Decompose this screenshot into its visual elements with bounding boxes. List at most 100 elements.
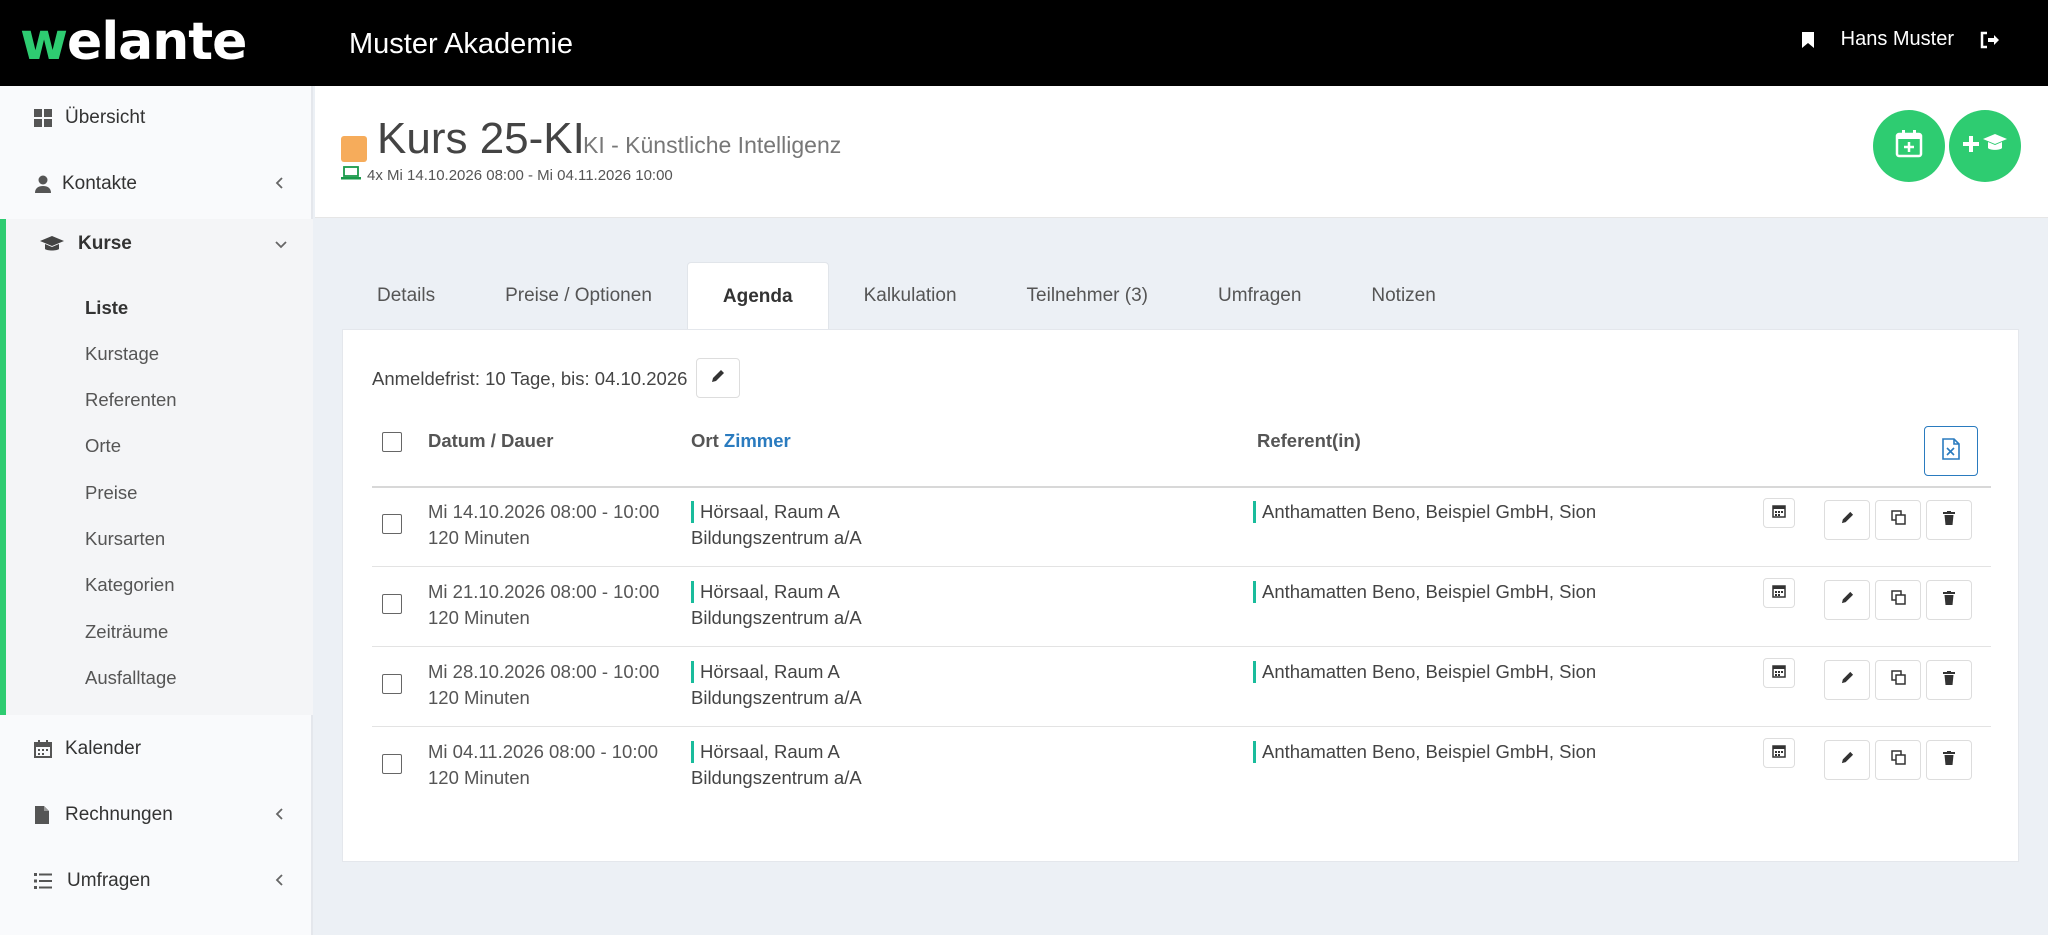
sidebar-subitem-kategorien[interactable]: Kategorien <box>85 574 174 596</box>
sidebar: Übersicht Kontakte Kurse Liste Kurstage … <box>0 86 313 935</box>
org-title: Muster Akademie <box>349 28 574 60</box>
tab-preise-optionen[interactable]: Preise / Optionen <box>470 262 687 330</box>
bookmark-icon[interactable] <box>1801 31 1815 49</box>
row-edit-button[interactable] <box>1824 580 1870 620</box>
row-calendar-button[interactable] <box>1763 658 1795 688</box>
course-header: Kurs 25-KI KI - Künstliche Intelligenz 4… <box>315 86 2048 218</box>
tab-umfragen[interactable]: Umfragen <box>1183 262 1336 330</box>
add-participant-button[interactable] <box>1949 110 2021 182</box>
select-all-checkbox[interactable] <box>382 432 402 452</box>
row-calendar-button[interactable] <box>1763 578 1795 608</box>
logout-icon[interactable] <box>1980 31 2000 49</box>
course-color-badge <box>341 136 367 162</box>
dashboard-icon <box>34 109 52 127</box>
row-delete-button[interactable] <box>1926 580 1972 620</box>
row-room: Hörsaal, Raum A <box>691 499 840 525</box>
row-delete-button[interactable] <box>1926 740 1972 780</box>
sidebar-item-umfragen[interactable]: Umfragen <box>0 856 313 906</box>
row-date: Mi 14.10.2026 08:00 - 10:00 <box>428 501 660 522</box>
sidebar-item-uebersicht[interactable]: Übersicht <box>0 93 313 143</box>
copy-icon <box>1890 750 1906 770</box>
calendar-icon <box>34 740 52 758</box>
tab-notizen[interactable]: Notizen <box>1336 262 1470 330</box>
row-copy-button[interactable] <box>1875 740 1921 780</box>
copy-icon <box>1890 590 1906 610</box>
sidebar-subitem-ausfalltage[interactable]: Ausfalltage <box>85 667 177 689</box>
sidebar-item-label: Kalender <box>65 738 142 759</box>
row-place: Bildungszentrum a/A <box>691 687 862 708</box>
row-calendar-button[interactable] <box>1763 498 1795 528</box>
column-header-location: Ort Zimmer <box>691 430 791 452</box>
sidebar-subitem-preise[interactable]: Preise <box>85 482 137 504</box>
sidebar-item-kurse[interactable]: Kurse <box>6 219 313 269</box>
tab-details[interactable]: Details <box>342 262 470 330</box>
sidebar-subitem-kurstage[interactable]: Kurstage <box>85 343 159 365</box>
row-copy-button[interactable] <box>1875 500 1921 540</box>
row-checkbox[interactable] <box>382 754 402 774</box>
column-header-date[interactable]: Datum / Dauer <box>428 430 553 452</box>
chevron-down-icon <box>275 233 287 255</box>
export-excel-button[interactable] <box>1924 426 1978 476</box>
row-delete-button[interactable] <box>1926 660 1972 700</box>
row-delete-button[interactable] <box>1926 500 1972 540</box>
row-checkbox[interactable] <box>382 594 402 614</box>
tab-agenda[interactable]: Agenda <box>686 262 829 330</box>
row-duration: 120 Minuten <box>428 607 530 628</box>
pencil-icon <box>1841 511 1854 529</box>
row-speaker[interactable]: Anthamatten Beno, Beispiel GmbH, Sion <box>1253 739 1596 765</box>
row-speaker[interactable]: Anthamatten Beno, Beispiel GmbH, Sion <box>1253 499 1596 525</box>
add-course-day-button[interactable] <box>1873 110 1945 182</box>
sidebar-item-kontakte[interactable]: Kontakte <box>0 159 313 209</box>
trash-icon <box>1943 510 1955 530</box>
row-checkbox[interactable] <box>382 674 402 694</box>
sidebar-subitem-referenten[interactable]: Referenten <box>85 389 177 411</box>
welante-logo[interactable]: welante <box>20 12 247 72</box>
row-room: Hörsaal, Raum A <box>691 579 840 605</box>
calendar-icon <box>1772 744 1786 763</box>
trash-icon <box>1943 590 1955 610</box>
row-divider <box>372 646 1991 647</box>
row-edit-button[interactable] <box>1824 740 1870 780</box>
row-speaker[interactable]: Anthamatten Beno, Beispiel GmbH, Sion <box>1253 659 1596 685</box>
kurse-section: Kurse Liste Kurstage Referenten Orte Pre… <box>0 219 313 715</box>
row-checkbox[interactable] <box>382 514 402 534</box>
graduation-cap-icon <box>40 235 64 253</box>
row-duration: 120 Minuten <box>428 687 530 708</box>
sidebar-item-kalender[interactable]: Kalender <box>0 724 313 774</box>
row-room: Hörsaal, Raum A <box>691 659 840 685</box>
column-header-speaker[interactable]: Referent(in) <box>1257 430 1361 452</box>
row-calendar-button[interactable] <box>1763 738 1795 768</box>
user-icon <box>34 175 52 193</box>
top-bar: welante Muster Akademie Hans Muster <box>0 0 2048 86</box>
row-date: Mi 04.11.2026 08:00 - 10:00 <box>428 741 659 762</box>
pencil-icon <box>1841 671 1854 689</box>
row-edit-button[interactable] <box>1824 660 1870 700</box>
row-copy-button[interactable] <box>1875 660 1921 700</box>
sidebar-subitem-liste[interactable]: Liste <box>85 297 128 319</box>
course-schedule-text: 4x Mi 14.10.2026 08:00 - Mi 04.11.2026 1… <box>367 166 673 184</box>
pencil-icon <box>711 369 725 388</box>
trash-icon <box>1943 750 1955 770</box>
course-code: Kurs 25-KI <box>377 114 585 163</box>
registration-deadline: Anmeldefrist: 10 Tage, bis: 04.10.2026 <box>372 368 688 389</box>
user-name[interactable]: Hans Muster <box>1841 28 1954 51</box>
sidebar-item-label: Übersicht <box>65 107 146 128</box>
row-edit-button[interactable] <box>1824 500 1870 540</box>
row-copy-button[interactable] <box>1875 580 1921 620</box>
sidebar-item-rechnungen[interactable]: Rechnungen <box>0 790 313 840</box>
column-header-location-label[interactable]: Ort <box>691 430 719 451</box>
header-divider <box>372 486 1991 488</box>
pencil-icon <box>1841 751 1854 769</box>
edit-deadline-button[interactable] <box>696 358 740 398</box>
plus-graduation-cap-icon <box>1963 130 2007 163</box>
column-header-room-link[interactable]: Zimmer <box>724 430 791 451</box>
copy-icon <box>1890 670 1906 690</box>
tab-teilnehmer[interactable]: Teilnehmer (3) <box>992 262 1183 330</box>
sidebar-subitem-orte[interactable]: Orte <box>85 435 121 457</box>
sidebar-subitem-zeitraeume[interactable]: Zeiträume <box>85 621 168 643</box>
row-speaker[interactable]: Anthamatten Beno, Beispiel GmbH, Sion <box>1253 579 1596 605</box>
row-date: Mi 21.10.2026 08:00 - 10:00 <box>428 581 660 602</box>
tab-kalkulation[interactable]: Kalkulation <box>829 262 992 330</box>
sidebar-subitem-kursarten[interactable]: Kursarten <box>85 528 165 550</box>
row-divider <box>372 566 1991 567</box>
